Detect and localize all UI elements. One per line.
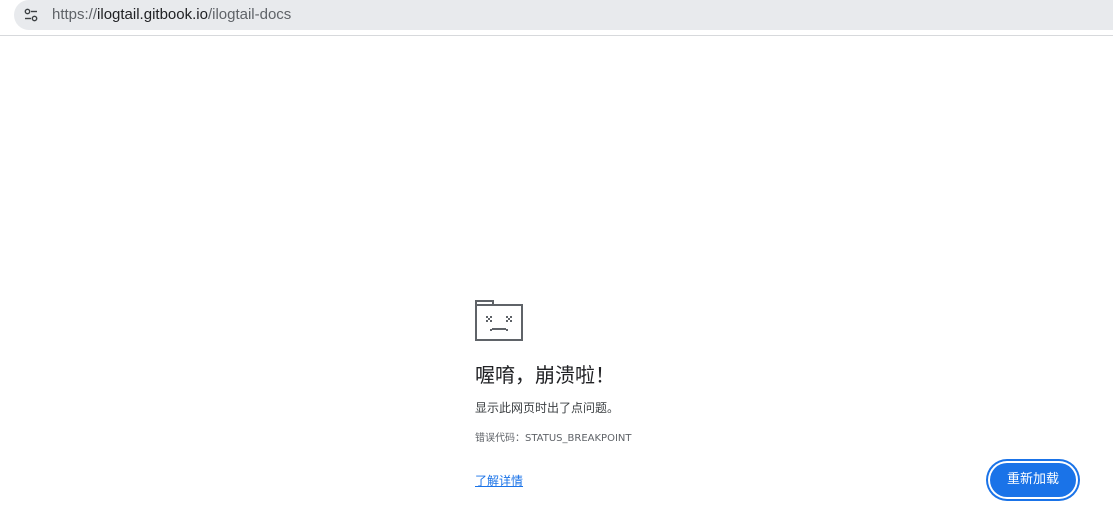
url-scheme: https://: [52, 6, 98, 23]
error-code: 错误代码：STATUS_BREAKPOINT: [475, 433, 632, 444]
error-message: 显示此网页时出了点问题。: [475, 401, 620, 415]
reload-button[interactable]: 重新加载: [990, 463, 1076, 497]
url-path: /ilogtail-docs: [207, 6, 292, 23]
url-text[interactable]: https://ilogtail.gitbook.io/ilogtail-doc…: [52, 6, 291, 24]
learn-more-link[interactable]: 了解详情: [475, 473, 523, 489]
tune-icon[interactable]: [24, 8, 38, 22]
sad-tab-icon: [475, 300, 523, 341]
url-host: ilogtail.gitbook.io: [97, 6, 208, 23]
error-title: 喔唷，崩溃啦！: [475, 363, 615, 387]
omnibox-field[interactable]: https://ilogtail.gitbook.io/ilogtail-doc…: [14, 0, 1113, 30]
address-bar: https://ilogtail.gitbook.io/ilogtail-doc…: [0, 0, 1113, 36]
